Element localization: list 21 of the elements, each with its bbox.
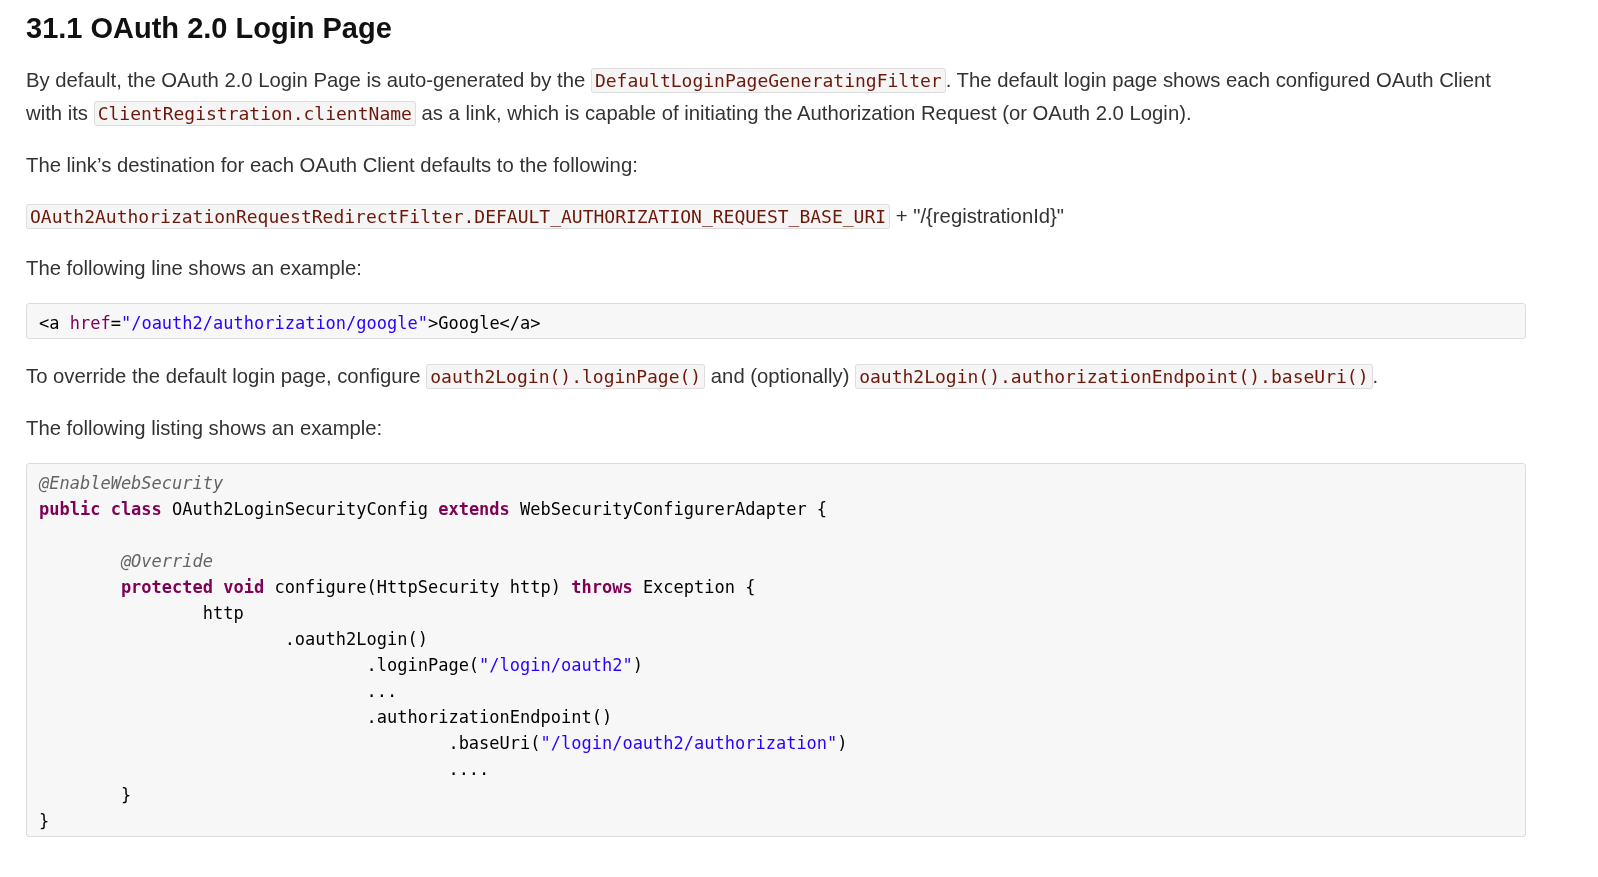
- paragraph: The following listing shows an example:: [26, 416, 384, 441]
- code-line: ...: [365, 680, 399, 703]
- paragraph: By default, the OAuth 2.0 Login Page is auto-generated by the DefaultLoginPageGeneratingFilter . The default login page shows each configured OAuth Client with its ClientRegistration.clientName as a link, which is capable of initiating the Authorization Request (or OAuth 2.0 Login).: [26, 67, 1492, 128]
- code-line: .baseUri("/login/oauth2/authorization"): [447, 732, 849, 755]
- code-line: public class OAuth2LoginSecurityConfig extends WebSecurityConfigurerAdapter {: [39, 498, 829, 521]
- code-line: @EnableWebSecurity: [39, 472, 225, 495]
- code-line: .oauth2Login(): [283, 628, 429, 651]
- paragraph: OAuth2AuthorizationRequestRedirectFilter.DEFAULT_AUTHORIZATION_REQUEST_BASE_URI + "/{registrationId}": [26, 200, 1526, 233]
- code-line: @Override: [119, 550, 214, 573]
- code-line: .loginPage("/login/oauth2"): [365, 654, 644, 677]
- code-line: http: [201, 602, 245, 625]
- code-line: ....: [447, 758, 491, 781]
- paragraph: The following line shows an example:: [26, 256, 363, 281]
- section-heading: 31.1 OAuth 2.0 Login Page: [26, 11, 393, 46]
- code-line: }: [119, 784, 133, 807]
- code-line: <a href="/oauth2/authorization/google">Google</a>: [39, 312, 542, 335]
- paragraph: To override the default login page, configure oauth2Login().loginPage() and (optionally) oauth2Login().authorizationEndpoint().baseUri() .: [26, 363, 1380, 391]
- paragraph: The link’s destination for each OAuth Client defaults to the following:: [26, 153, 639, 178]
- code-line: protected void configure(HttpSecurity http) throws Exception {: [119, 576, 757, 599]
- code-line: }: [39, 810, 51, 833]
- code-line: .authorizationEndpoint(): [365, 706, 614, 729]
